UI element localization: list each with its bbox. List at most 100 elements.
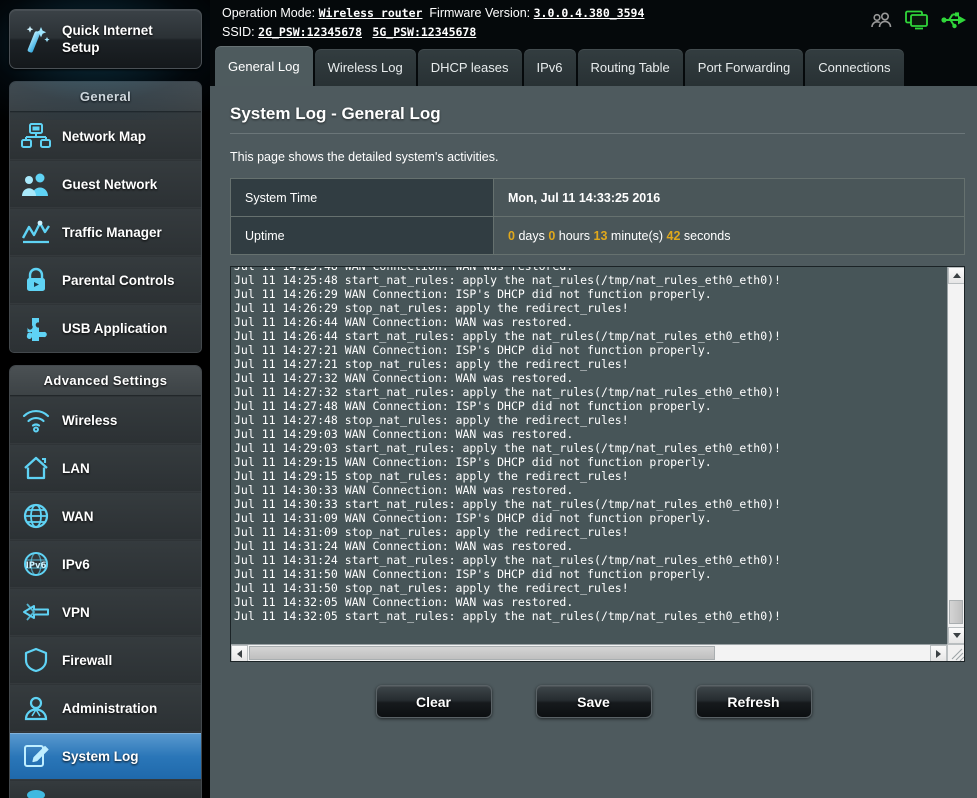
ssid-label: SSID:	[222, 25, 255, 39]
uptime-seconds-unit: seconds	[683, 228, 731, 243]
monitor-icon[interactable]	[905, 10, 929, 35]
operation-mode-label: Operation Mode:	[222, 6, 316, 20]
log-content: Jul 11 14:25:48 WAN Connection: WAN was …	[234, 266, 781, 623]
status-header: Operation Mode: Wireless router Firmware…	[210, 0, 977, 44]
vpn-icon	[10, 599, 62, 625]
lan-icon	[10, 455, 62, 481]
save-button[interactable]: Save	[535, 685, 652, 718]
firmware-value[interactable]: 3.0.0.4.380_3594	[534, 6, 645, 20]
sidebar-item-label: Network Map	[62, 128, 147, 144]
sidebar-group-advanced-settings: Advanced Settings Wireless LAN WAN IPv6 …	[9, 365, 202, 798]
sidebar-item-wireless[interactable]: Wireless	[10, 396, 201, 444]
sidebar-item-label: Firewall	[62, 652, 113, 668]
wireless-icon	[10, 407, 62, 433]
log-horizontal-scrollbar[interactable]	[231, 644, 947, 661]
sidebar-item-vpn[interactable]: VPN	[10, 588, 201, 636]
vertical-scroll-thumb[interactable]	[949, 600, 963, 624]
ssid-line: SSID: 2G_PSW:12345678 5G_PSW:12345678	[222, 23, 977, 42]
sidebar-item-administration[interactable]: Administration	[10, 684, 201, 732]
sidebar-item-ipv6[interactable]: IPv6 IPv6	[10, 540, 201, 588]
sidebar-item-traffic-manager[interactable]: Traffic Manager	[10, 208, 201, 256]
clients-icon[interactable]	[871, 11, 893, 34]
action-button-row: Clear Save Refresh	[220, 685, 967, 718]
system-info-table: System Time Mon, Jul 11 14:33:25 2016 Up…	[230, 178, 965, 255]
sidebar: Quick Internet Setup General Network Map	[0, 0, 210, 798]
operation-mode-value[interactable]: Wireless router	[319, 6, 423, 20]
uptime-label: Uptime	[230, 216, 494, 255]
system-time-label: System Time	[230, 178, 494, 217]
traffic-manager-icon	[10, 218, 62, 246]
usb-icon[interactable]	[941, 11, 967, 34]
clear-button[interactable]: Clear	[375, 685, 492, 718]
sidebar-item-wan[interactable]: WAN	[10, 492, 201, 540]
uptime-minutes: 13	[593, 228, 608, 243]
resize-grip[interactable]	[947, 644, 964, 661]
sidebar-item-label: Parental Controls	[62, 272, 175, 288]
sidebar-item-label: Administration	[62, 700, 158, 716]
ipv6-icon: IPv6	[10, 551, 62, 577]
sidebar-item-label: VPN	[62, 604, 90, 620]
refresh-button[interactable]: Refresh	[695, 685, 812, 718]
page-title: System Log - General Log	[230, 104, 441, 123]
tab-dhcp-leases[interactable]: DHCP leases	[417, 49, 522, 86]
usb-application-icon	[10, 315, 62, 343]
firewall-icon	[10, 647, 62, 673]
uptime-seconds: 42	[666, 228, 681, 243]
horizontal-scroll-thumb[interactable]	[249, 646, 715, 660]
scroll-down-button[interactable]	[948, 627, 964, 644]
network-map-icon	[10, 122, 62, 150]
content-area: Operation Mode: Wireless router Firmware…	[210, 0, 977, 798]
system-log-textarea[interactable]: Jul 11 14:25:48 WAN Connection: WAN was …	[230, 266, 965, 662]
tab-wireless-log[interactable]: Wireless Log	[314, 49, 416, 86]
scroll-up-button[interactable]	[948, 267, 964, 284]
ssid-5g-value[interactable]: 5G_PSW:12345678	[372, 25, 476, 39]
sidebar-item-guest-network[interactable]: Guest Network	[10, 160, 201, 208]
tab-port-forwarding[interactable]: Port Forwarding	[684, 49, 804, 86]
header-icon-group	[871, 10, 967, 35]
scroll-left-button[interactable]	[231, 645, 248, 661]
scroll-right-button[interactable]	[930, 645, 947, 661]
sidebar-item-usb-application[interactable]: USB Application	[10, 304, 201, 352]
tab-general-log[interactable]: General Log	[215, 46, 313, 86]
uptime-hours: 0	[548, 228, 556, 243]
sidebar-item-next-partial[interactable]	[10, 780, 201, 798]
sidebar-item-system-log[interactable]: System Log	[10, 732, 201, 780]
magic-wand-icon	[10, 22, 62, 56]
uptime-minutes-unit: minute(s)	[610, 228, 664, 243]
tab-bar: General Log Wireless Log DHCP leases IPv…	[210, 44, 977, 86]
table-row-system-time: System Time Mon, Jul 11 14:33:25 2016	[230, 178, 965, 217]
log-vertical-scrollbar[interactable]	[947, 267, 964, 644]
operation-mode-line: Operation Mode: Wireless router Firmware…	[222, 4, 977, 23]
quick-internet-setup-button[interactable]: Quick Internet Setup	[9, 9, 202, 69]
sidebar-group-title-advanced: Advanced Settings	[10, 366, 201, 396]
sidebar-item-lan[interactable]: LAN	[10, 444, 201, 492]
sidebar-item-label: Guest Network	[62, 176, 158, 192]
sidebar-item-label: LAN	[62, 460, 90, 476]
tab-ipv6[interactable]: IPv6	[523, 49, 576, 86]
page-description: This page shows the detailed system's ac…	[230, 150, 499, 164]
sidebar-item-firewall[interactable]: Firewall	[10, 636, 201, 684]
system-log-icon	[10, 743, 62, 769]
sidebar-item-label: System Log	[62, 748, 139, 764]
sidebar-item-label: USB Application	[62, 321, 168, 336]
sidebar-group-general: General Network Map Guest Network Traffi…	[9, 81, 202, 353]
firmware-label: Firmware Version:	[429, 6, 531, 20]
sidebar-item-label: IPv6	[62, 556, 90, 572]
uptime-value: 0 days 0 hours 13 minute(s) 42 seconds	[493, 216, 965, 255]
sidebar-item-parental-controls[interactable]: Parental Controls	[10, 256, 201, 304]
main-panel: System Log - General Log This page shows…	[210, 86, 977, 798]
wan-icon	[10, 503, 62, 529]
sidebar-item-label: Traffic Manager	[62, 224, 162, 240]
sidebar-item-network-map[interactable]: Network Map	[10, 112, 201, 160]
network-tools-icon	[10, 784, 62, 798]
uptime-days-unit: days	[518, 228, 545, 243]
sidebar-item-label: Wireless	[62, 412, 118, 428]
guest-network-icon	[10, 170, 62, 198]
tab-routing-table[interactable]: Routing Table	[577, 49, 683, 86]
svg-text:IPv6: IPv6	[26, 561, 47, 571]
tab-connections[interactable]: Connections	[805, 49, 904, 86]
quick-internet-setup-label: Quick Internet Setup	[62, 23, 153, 55]
ssid-2g-value[interactable]: 2G_PSW:12345678	[258, 25, 362, 39]
uptime-hours-unit: hours	[558, 228, 591, 243]
parental-controls-icon	[10, 266, 62, 294]
